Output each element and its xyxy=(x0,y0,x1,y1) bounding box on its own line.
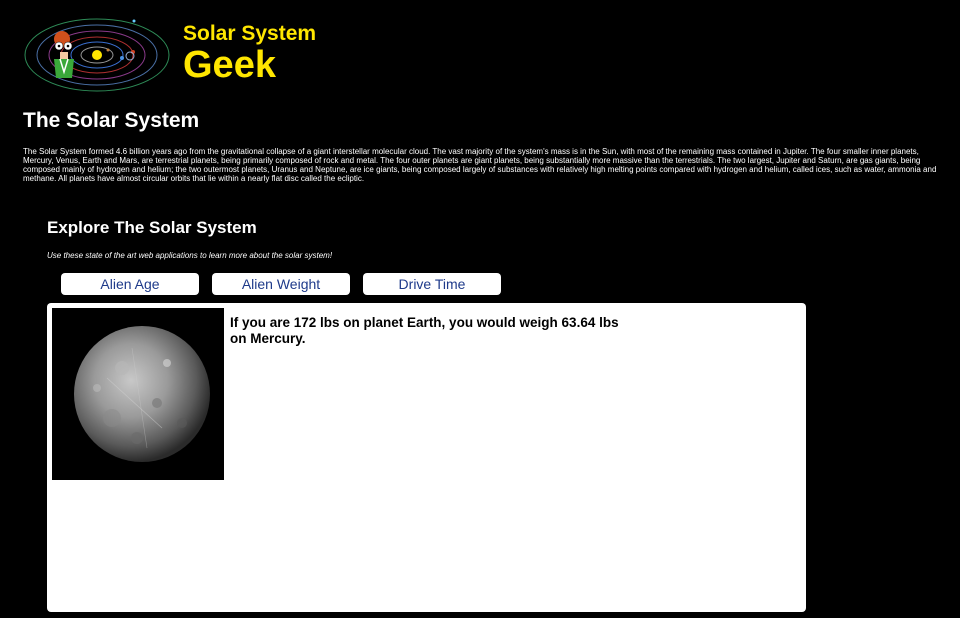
explore-section-subtitle: Use these state of the art web applicati… xyxy=(47,251,333,260)
result-panel: If you are 172 lbs on planet Earth, you … xyxy=(47,303,806,612)
solar-system-logo-icon xyxy=(24,18,170,92)
explore-section-title: Explore The Solar System xyxy=(47,218,257,237)
alien-weight-button[interactable]: Alien Weight xyxy=(212,273,350,295)
brand-title-line2: Geek xyxy=(183,44,276,86)
drive-time-button[interactable]: Drive Time xyxy=(363,273,501,295)
intro-paragraph: The Solar System formed 4.6 billion year… xyxy=(23,147,937,183)
mercury-planet-image xyxy=(52,308,224,480)
page-title: The Solar System xyxy=(23,109,200,132)
weight-result-text: If you are 172 lbs on planet Earth, you … xyxy=(230,315,619,346)
brand-title-line1: Solar System xyxy=(183,22,317,45)
alien-age-button[interactable]: Alien Age xyxy=(61,273,199,295)
